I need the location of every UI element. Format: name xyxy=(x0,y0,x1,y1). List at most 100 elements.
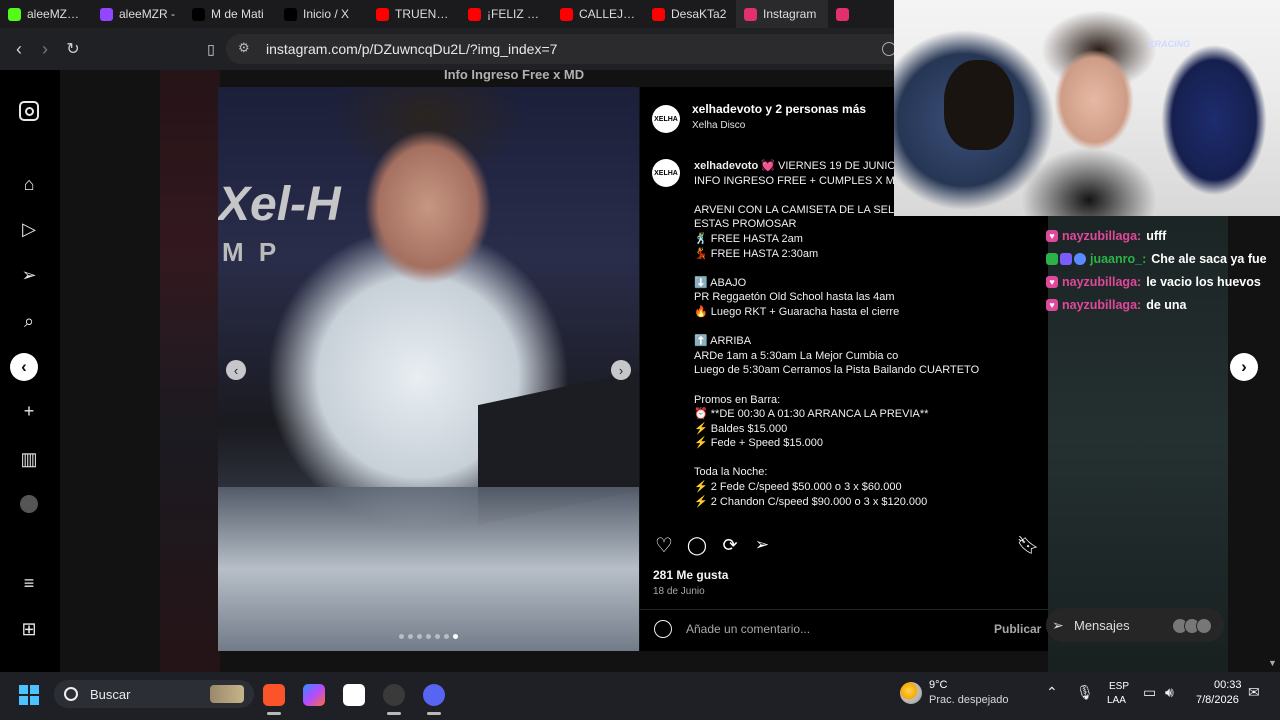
caption-line: 💓 VIERNES 19 DE JUNIO xyxy=(758,160,896,172)
weather-icon[interactable] xyxy=(900,682,922,704)
share-icon[interactable]: ➢ xyxy=(750,533,774,557)
address-bar[interactable]: ⚙ instagram.com/p/DZuwncqDu2L/?img_index… xyxy=(226,34,906,64)
reels-icon[interactable]: ▷ xyxy=(18,218,40,240)
messages-avatars xyxy=(1172,618,1212,634)
comment-icon[interactable]: ◯ xyxy=(685,533,709,557)
chat-badge-icon xyxy=(1060,252,1072,265)
photo-banner-text: Xel-H xyxy=(218,178,341,231)
background-poster-left xyxy=(160,70,220,672)
microphone-icon[interactable]: 🎙︎ xyxy=(1076,684,1094,701)
browser-tab-label: aleeMZR S xyxy=(27,7,84,21)
post-image: Xel-H M P ‹ › xyxy=(218,87,639,651)
chevron-up-icon[interactable]: ⌃ xyxy=(1046,684,1058,701)
dashboard-icon[interactable]: ▥ xyxy=(18,448,40,470)
glass-table xyxy=(218,487,639,651)
browser-tab[interactable]: Instagram xyxy=(736,0,828,28)
site-info-icon[interactable]: ⚙ xyxy=(238,40,250,56)
browser-tab[interactable]: Inicio / X xyxy=(276,0,368,28)
brave-icon[interactable] xyxy=(263,684,285,715)
keyboard-layout[interactable]: LAA xyxy=(1107,695,1126,706)
browser-tab[interactable]: CALLEJERO xyxy=(552,0,644,28)
scroll-down-icon[interactable]: ▼ xyxy=(1268,658,1277,668)
browser-tab[interactable]: aleeMZR - xyxy=(92,0,184,28)
caption-line: Luego de 5:30am Cerramos la Pista Bailan… xyxy=(694,364,980,377)
notifications-icon[interactable]: ✉ xyxy=(1248,684,1260,701)
caption-avatar[interactable]: XELHA xyxy=(652,159,680,187)
caption-line: ⏰ **DE 00:30 A 01:30 ARRANCA LA PREVIA** xyxy=(694,408,929,421)
post-location[interactable]: Xelha Disco xyxy=(692,120,745,131)
profile-icon[interactable] xyxy=(18,493,40,515)
menu-icon[interactable]: ≡ xyxy=(18,572,40,594)
x-icon xyxy=(192,7,205,21)
chat-badge-icon xyxy=(1074,252,1086,265)
carousel-prev-icon[interactable]: ‹ xyxy=(226,360,246,380)
next-post-button[interactable]: › xyxy=(1230,353,1258,381)
instagram-logo-icon[interactable] xyxy=(18,100,40,122)
carousel-dot[interactable] xyxy=(408,634,413,639)
previous-post-button[interactable]: ‹ xyxy=(10,353,38,381)
search-highlight-image xyxy=(210,685,244,703)
direct-icon[interactable]: ➢ xyxy=(18,264,40,286)
like-icon[interactable]: ♡ xyxy=(652,533,676,557)
browser-tab[interactable]: ¡FELIZ CUM xyxy=(460,0,552,28)
create-icon[interactable]: + xyxy=(18,400,40,422)
volume-icon[interactable]: 🔊︎ xyxy=(1165,684,1174,701)
search-icon[interactable]: ⌕ xyxy=(18,310,40,332)
chat-username[interactable]: nayzubillaga: xyxy=(1062,229,1141,243)
browser-tab[interactable]: M de Mati xyxy=(184,0,276,28)
publish-button[interactable]: Publicar xyxy=(994,622,1041,636)
caption-username[interactable]: xelhadevoto xyxy=(694,160,758,172)
chat-message: ♥ nayzubillaga: de una xyxy=(1046,293,1276,316)
chat-username[interactable]: juaanro_: xyxy=(1090,252,1146,266)
caption-line: ⚡ 2 Fede C/speed $50.000 o 3 x $60.000 xyxy=(694,481,902,494)
taskbar-time[interactable]: 00:33 xyxy=(1214,679,1242,691)
browser-tab[interactable] xyxy=(828,0,858,28)
microsoft-store-icon[interactable] xyxy=(343,684,365,706)
youtube-icon xyxy=(560,7,573,21)
app-icon[interactable] xyxy=(383,684,405,715)
forward-icon[interactable]: › xyxy=(32,36,58,62)
carousel-dot[interactable] xyxy=(399,634,404,639)
carousel-dot[interactable] xyxy=(444,634,449,639)
caption-line: ⬇️ ABAJO xyxy=(694,276,747,289)
windows-start-icon[interactable] xyxy=(19,685,39,705)
keyboard-language[interactable]: ESP xyxy=(1109,681,1129,692)
caption-line: Toda la Noche: xyxy=(694,466,768,479)
likes-count[interactable]: 281 Me gusta xyxy=(653,568,728,582)
chat-message: juaanro_: Che ale saca ya fue xyxy=(1046,247,1276,270)
back-icon[interactable]: ‹ xyxy=(6,36,32,62)
author-avatar[interactable]: XELHA xyxy=(652,105,680,133)
post-authors[interactable]: xelhadevoto y 2 personas más xyxy=(692,102,866,116)
copilot-icon[interactable] xyxy=(303,684,325,706)
taskbar-date[interactable]: 7/8/2026 xyxy=(1196,694,1239,706)
browser-tab[interactable]: DesaKTa2 xyxy=(644,0,736,28)
chat-message: ♥ nayzubillaga: le vacio los huevos xyxy=(1046,270,1276,293)
chat-username[interactable]: nayzubillaga: xyxy=(1062,298,1141,312)
carousel-dot[interactable] xyxy=(426,634,431,639)
carousel-dot[interactable] xyxy=(453,634,458,639)
carousel-next-icon[interactable]: › xyxy=(611,360,631,380)
weather-condition[interactable]: Prac. despejado xyxy=(929,694,1009,706)
caption-line: INFO INGRESO FREE + CUMPLES X MD xyxy=(694,174,903,187)
reload-icon[interactable]: ↻ xyxy=(60,36,86,62)
browser-tab[interactable]: TRUENO - xyxy=(368,0,460,28)
sub-badge-icon: ♥ xyxy=(1046,229,1058,242)
discord-icon[interactable] xyxy=(423,684,445,715)
bookmark-icon[interactable]: ▯ xyxy=(198,36,224,62)
weather-temperature[interactable]: 9°C xyxy=(929,679,947,691)
carousel-dot[interactable] xyxy=(435,634,440,639)
carousel-dot[interactable] xyxy=(417,634,422,639)
more-apps-icon[interactable]: ⊞ xyxy=(18,618,40,640)
taskbar-search[interactable]: Buscar xyxy=(54,680,254,708)
home-icon[interactable]: ⌂ xyxy=(18,173,40,195)
messages-button[interactable]: ➢ Mensajes xyxy=(1046,608,1224,642)
comment-input[interactable]: Añade un comentario... xyxy=(686,622,810,636)
chat-username[interactable]: nayzubillaga: xyxy=(1062,275,1141,289)
browser-tab-label: Instagram xyxy=(763,7,817,21)
repost-icon[interactable]: ⟳ xyxy=(718,533,742,557)
network-icon[interactable]: ▭ xyxy=(1143,684,1156,701)
browser-tab[interactable]: aleeMZR S xyxy=(0,0,92,28)
save-icon[interactable]: 🔖︎ xyxy=(1016,533,1040,557)
emoji-icon[interactable] xyxy=(654,620,672,638)
chat-text: Che ale saca ya fue xyxy=(1151,251,1267,266)
